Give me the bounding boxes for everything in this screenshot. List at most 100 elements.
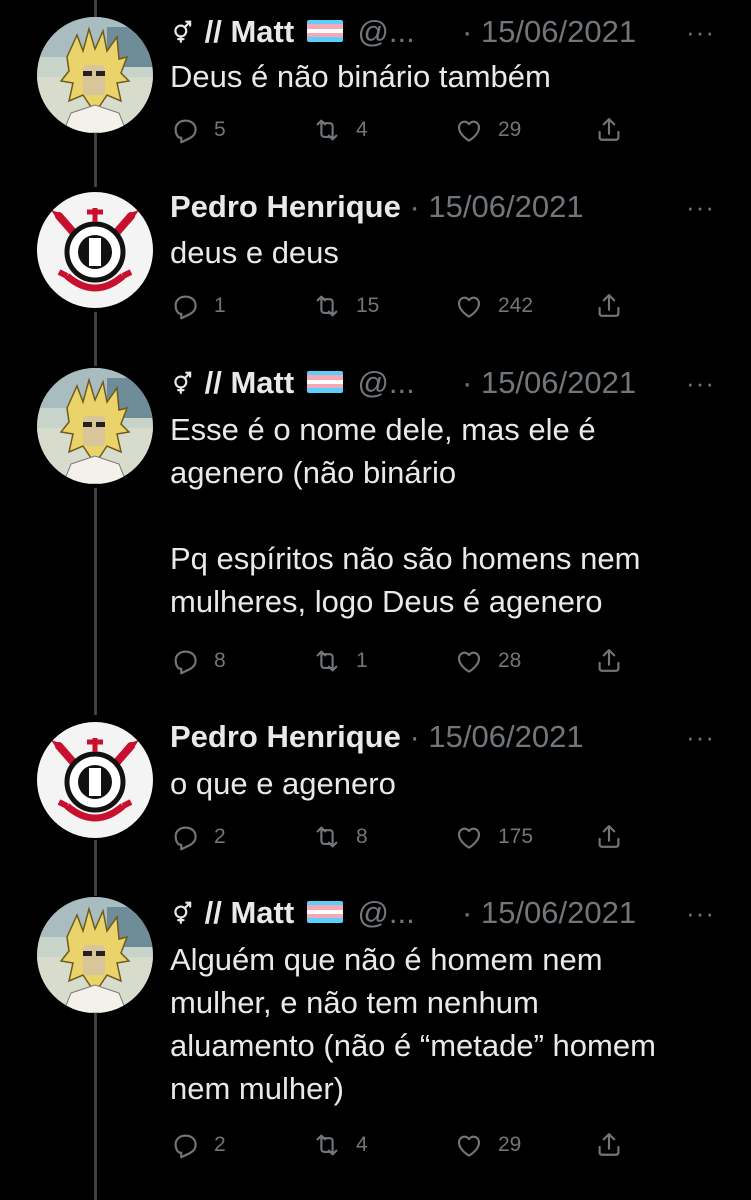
share-icon <box>594 291 624 321</box>
reply-icon <box>170 822 200 852</box>
tweet-actions: 2 8 175 <box>170 820 640 854</box>
more-options-icon[interactable]: ··· <box>686 893 715 933</box>
retweet-button[interactable]: 8 <box>312 820 368 854</box>
tweet-date[interactable]: 15/06/2021 <box>481 895 636 930</box>
gender-symbol-icon <box>170 369 196 395</box>
author-name[interactable]: Pedro Henrique <box>170 189 401 224</box>
author-handle[interactable]: @... <box>357 365 414 400</box>
retweet-icon <box>312 1130 342 1160</box>
share-icon <box>594 822 624 852</box>
reply-button[interactable]: 2 <box>170 1128 226 1162</box>
retweet-count: 8 <box>356 825 368 848</box>
avatar[interactable] <box>37 17 153 133</box>
separator: · <box>462 895 473 930</box>
avatar[interactable] <box>37 722 153 838</box>
more-options-icon[interactable]: ··· <box>686 717 715 757</box>
author-name[interactable]: // Matt <box>205 14 295 49</box>
gender-symbol-icon <box>170 899 196 925</box>
retweet-button[interactable]: 4 <box>312 113 368 147</box>
tweet-text: o que e agenero <box>170 766 396 801</box>
like-button[interactable]: 242 <box>454 289 533 323</box>
author-name[interactable]: Pedro Henrique <box>170 719 401 754</box>
reply-icon <box>170 1130 200 1160</box>
tweet-header: // Matt @... · 15/06/2021 ··· <box>170 893 751 933</box>
thread-line <box>94 1012 97 1200</box>
author-name[interactable]: // Matt <box>205 365 295 400</box>
like-button[interactable]: 29 <box>454 1128 521 1162</box>
more-options-icon[interactable]: ··· <box>686 187 715 227</box>
share-icon <box>594 115 624 145</box>
thread-line <box>94 312 97 366</box>
tweet-actions: 8 1 28 <box>170 644 640 678</box>
tweet-header: // Matt @... · 15/06/2021 ··· <box>170 12 751 52</box>
gender-symbol-icon <box>170 18 196 44</box>
like-icon <box>454 1130 484 1160</box>
like-count: 242 <box>498 294 534 317</box>
share-button[interactable] <box>594 1128 638 1162</box>
separator: · <box>462 14 473 49</box>
like-button[interactable]: 28 <box>454 644 521 678</box>
share-button[interactable] <box>594 289 638 323</box>
retweet-count: 15 <box>356 294 380 317</box>
retweet-count: 4 <box>356 1133 368 1156</box>
like-count: 29 <box>498 118 522 141</box>
share-icon <box>594 646 624 676</box>
reply-icon <box>170 291 200 321</box>
retweet-icon <box>312 822 342 852</box>
reply-count: 5 <box>214 118 226 141</box>
thread-line <box>94 488 97 715</box>
tweet-date[interactable]: 15/06/2021 <box>481 365 636 400</box>
tweet-actions: 5 4 29 <box>170 113 640 147</box>
tweet-header: Pedro Henrique · 15/06/2021 ··· <box>170 187 751 227</box>
retweet-button[interactable]: 1 <box>312 644 368 678</box>
like-icon <box>454 115 484 145</box>
separator: · <box>409 189 420 224</box>
share-button[interactable] <box>594 820 638 854</box>
thread-line <box>94 840 97 896</box>
more-options-icon[interactable]: ··· <box>686 363 715 403</box>
avatar[interactable] <box>37 192 153 308</box>
reply-button[interactable]: 5 <box>170 113 226 147</box>
thread-line <box>94 0 97 17</box>
author-handle[interactable]: @... <box>357 14 414 49</box>
like-button[interactable]: 175 <box>454 820 533 854</box>
reply-count: 2 <box>214 825 226 848</box>
tweet-date[interactable]: 15/06/2021 <box>428 189 583 224</box>
tweet-header: Pedro Henrique · 15/06/2021 ··· <box>170 717 751 757</box>
tweet-text: Deus é não binário também <box>170 59 551 94</box>
retweet-icon <box>312 646 342 676</box>
more-options-icon[interactable]: ··· <box>686 12 715 52</box>
separator: · <box>462 365 473 400</box>
like-count: 28 <box>498 649 522 672</box>
trans-flag-icon <box>306 19 343 42</box>
retweet-count: 4 <box>356 118 368 141</box>
tweet-date[interactable]: 15/06/2021 <box>481 14 636 49</box>
avatar[interactable] <box>37 897 153 1013</box>
author-handle[interactable]: @... <box>357 895 414 930</box>
like-button[interactable]: 29 <box>454 113 521 147</box>
share-button[interactable] <box>594 644 638 678</box>
tweet-text: deus e deus <box>170 235 339 270</box>
retweet-icon <box>312 115 342 145</box>
share-icon <box>594 1130 624 1160</box>
reply-button[interactable]: 8 <box>170 644 226 678</box>
like-icon <box>454 291 484 321</box>
reply-icon <box>170 115 200 145</box>
share-button[interactable] <box>594 113 638 147</box>
tweet-date[interactable]: 15/06/2021 <box>428 719 583 754</box>
reply-button[interactable]: 1 <box>170 289 226 323</box>
thread-line <box>94 131 97 187</box>
trans-flag-icon <box>306 900 343 923</box>
reply-button[interactable]: 2 <box>170 820 226 854</box>
reply-count: 1 <box>214 294 226 317</box>
avatar[interactable] <box>37 368 153 484</box>
tweet-actions: 2 4 29 <box>170 1128 640 1162</box>
reply-count: 2 <box>214 1133 226 1156</box>
like-count: 175 <box>498 825 534 848</box>
retweet-button[interactable]: 15 <box>312 289 379 323</box>
tweet-text: Alguém que não é homem nem mulher, e não… <box>170 942 656 1106</box>
separator: · <box>409 719 420 754</box>
tweet-text: Esse é o nome dele, mas ele é agenero (n… <box>170 412 641 619</box>
author-name[interactable]: // Matt <box>205 895 295 930</box>
retweet-button[interactable]: 4 <box>312 1128 368 1162</box>
